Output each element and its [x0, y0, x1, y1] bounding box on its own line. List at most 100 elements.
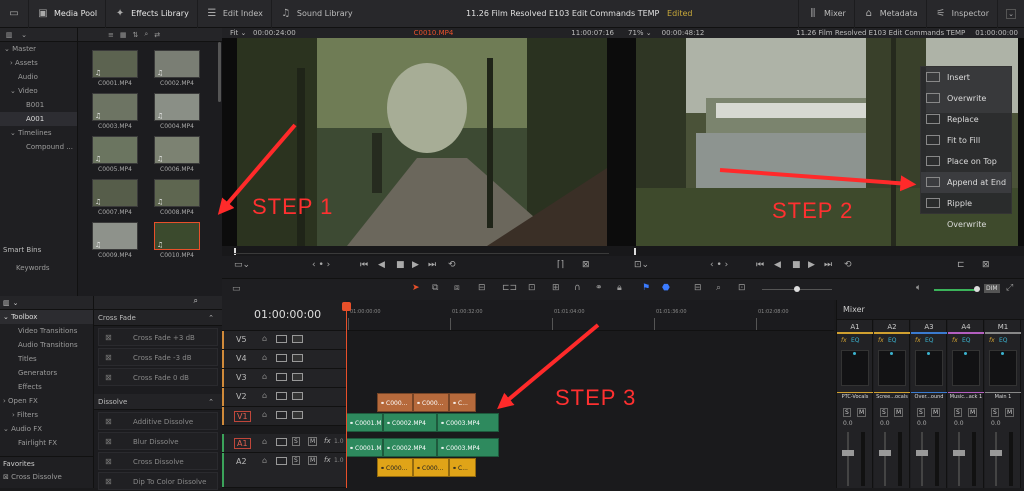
edit-overlay-item[interactable]: Place on Top — [921, 151, 1011, 172]
go-to-end-icon[interactable]: ⏭ — [824, 260, 832, 270]
auto-select-icon[interactable] — [276, 392, 287, 400]
playhead-marker[interactable] — [342, 302, 351, 311]
edit-index-button[interactable]: ☰ Edit Index — [198, 0, 272, 28]
mixer-fx-label[interactable]: fx — [915, 337, 921, 344]
play-icon[interactable]: ▶ — [808, 260, 815, 270]
mixer-fx-label[interactable]: fx — [989, 337, 995, 344]
clip-thumbnail[interactable]: ♫ — [154, 136, 200, 164]
lock-icon[interactable]: ⌂ — [262, 353, 267, 362]
mixer-eq-label[interactable]: EQ — [888, 337, 897, 344]
fader-knob[interactable] — [990, 450, 1002, 456]
edit-overlay-item[interactable]: Insert — [921, 67, 1011, 88]
mixer-eq-label[interactable]: EQ — [962, 337, 971, 344]
inspector-button[interactable]: ⚟ Inspector — [927, 0, 998, 28]
timeline-clip[interactable]: ⚭ C... — [449, 458, 476, 477]
snapping-icon[interactable]: ∩ — [574, 283, 581, 293]
timeline-viewer-name[interactable]: 11.26 Film Resolved E103 Edit Commands T… — [714, 29, 965, 37]
clip-thumbnail[interactable]: ♫ — [154, 179, 200, 207]
expand-icon[interactable]: ⤢ — [1006, 283, 1013, 293]
fader-knob[interactable] — [879, 450, 891, 456]
list-view-icon[interactable]: ≡ — [108, 31, 114, 39]
fader-knob[interactable] — [842, 450, 854, 456]
loop-icon[interactable]: ⟲ — [448, 260, 456, 270]
source-scrubber[interactable] — [222, 246, 622, 256]
pan-control[interactable] — [878, 350, 906, 386]
fader-knob[interactable] — [916, 450, 928, 456]
mixer-fx-label[interactable]: fx — [841, 337, 847, 344]
play-icon[interactable]: ▶ — [412, 260, 419, 270]
timeline-clip[interactable]: ⚭C0001.MP4 — [346, 413, 383, 432]
stop-icon[interactable]: ■ — [396, 260, 405, 270]
mute-button[interactable]: M — [308, 456, 318, 465]
go-to-start-icon[interactable]: ⏮ — [756, 260, 764, 270]
tree-timelines[interactable]: ⌄ Timelines — [0, 126, 77, 140]
timeline-clip[interactable]: ⚭ C000... — [377, 393, 413, 412]
mixer-solo-button[interactable]: S — [917, 408, 925, 417]
mute-button[interactable]: M — [308, 437, 318, 446]
mark-out-icon[interactable]: ⊠ — [582, 260, 590, 270]
timeline-clip[interactable]: ⚭ C0003.MP4 — [437, 413, 499, 432]
jog-icon[interactable]: ‹ • › — [710, 260, 728, 270]
mixer-eq-label[interactable]: EQ — [851, 337, 860, 344]
media-grid-scrollbar[interactable] — [218, 42, 221, 102]
volume-slider[interactable] — [934, 286, 980, 292]
visibility-icon[interactable] — [292, 335, 303, 343]
mixer-eq-label[interactable]: EQ — [999, 337, 1008, 344]
toolbox-item[interactable]: ⌄ Toolbox — [0, 310, 93, 324]
mixer-eq-label[interactable]: EQ — [925, 337, 934, 344]
timeline-clip[interactable]: ⚭ C0002.MP4 — [383, 438, 437, 457]
effects-library-button[interactable]: ✦ Effects Library — [106, 0, 198, 28]
timeline-zoom-slider[interactable] — [762, 286, 832, 292]
metadata-button[interactable]: ⌂ Metadata — [855, 0, 927, 28]
timeline-clip[interactable]: ⚭ C000... — [413, 393, 449, 412]
auto-select-icon[interactable] — [276, 373, 287, 381]
timeline-clip[interactable]: ⚭ C... — [449, 393, 476, 412]
timeline-clip[interactable]: ⚭ C0003.MP4 — [437, 438, 499, 457]
chevron-down-icon[interactable]: ⌄ — [18, 29, 30, 41]
playhead-line[interactable] — [346, 305, 347, 488]
open-fx-item[interactable]: › Open FX — [0, 394, 93, 408]
timeline-clip[interactable]: ⚭ C000... — [413, 458, 449, 477]
mixer-solo-button[interactable]: S — [991, 408, 999, 417]
edit-overlay-item[interactable]: Ripple Overwrite — [921, 193, 1011, 229]
clip-thumbnail[interactable]: ♫ — [92, 179, 138, 207]
zoom-slider-knob[interactable] — [794, 286, 800, 292]
track-name[interactable]: V4 — [236, 354, 247, 363]
solo-button[interactable]: S — [292, 437, 300, 446]
panel-toggle-icon[interactable]: ▥ — [3, 299, 10, 307]
volume-knob[interactable] — [974, 286, 980, 292]
auto-select-icon[interactable] — [276, 335, 287, 343]
effect-item[interactable]: ⊠ Cross Fade 0 dB — [98, 368, 218, 386]
lock-icon[interactable]: ⌂ — [262, 437, 267, 446]
blade-tool-icon[interactable]: ⊟ — [478, 283, 486, 293]
track-name[interactable]: V3 — [236, 373, 247, 382]
timeline-clip[interactable]: ⚭ C0002.MP4 — [383, 413, 437, 432]
clip-thumbnail[interactable]: ♫ — [92, 222, 138, 250]
lock-icon[interactable]: ⌂ — [262, 391, 267, 400]
panel-toggle-icon[interactable]: ▥ — [3, 29, 15, 41]
lock-icon[interactable]: ⌂ — [262, 410, 267, 419]
go-to-start-icon[interactable]: ⏮ — [360, 260, 368, 270]
visibility-icon[interactable] — [292, 354, 303, 362]
stop-icon[interactable]: ■ — [792, 260, 801, 270]
mixer-mute-button[interactable]: M — [931, 408, 941, 417]
mixer-button[interactable]: ⫼ Mixer — [797, 0, 855, 28]
zoom-custom-icon[interactable]: ⊡ — [738, 283, 746, 293]
effect-item[interactable]: ⊠ Cross Fade -3 dB — [98, 348, 218, 366]
go-to-end-icon[interactable]: ⏭ — [428, 260, 436, 270]
timeline-clip[interactable]: ⚭ C000... — [377, 458, 413, 477]
lock-icon[interactable]: 🔒︎ — [617, 283, 622, 293]
fader-knob[interactable] — [953, 450, 965, 456]
media-pool-button[interactable]: ▣ Media Pool — [29, 0, 107, 28]
dim-button[interactable]: DIM — [984, 284, 1000, 293]
timeline-viewer-zoom[interactable]: 71% ⌄ — [628, 29, 652, 37]
track-name[interactable]: V2 — [236, 392, 247, 401]
auto-select-icon[interactable] — [276, 411, 287, 419]
marker-icon[interactable]: ⬣ — [662, 283, 670, 293]
filters-item[interactable]: › Filters — [0, 408, 93, 422]
timeline-clip[interactable]: ⚭C0001.MP4 — [346, 438, 383, 457]
search-icon[interactable]: ⌕ — [144, 30, 148, 39]
source-viewer[interactable]: STEP 1 — [222, 38, 622, 246]
tree-video[interactable]: ⌄ Video — [0, 84, 77, 98]
clip-thumbnail[interactable]: ♫ — [92, 136, 138, 164]
